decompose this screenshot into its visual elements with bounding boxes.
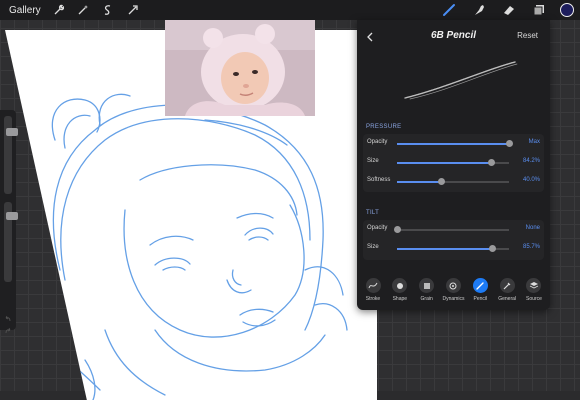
brush-settings-panel: 6B Pencil Reset PRESSURE Opacity Max Size 8… <box>357 20 550 310</box>
tab-label: General <box>498 296 517 302</box>
grain-icon <box>419 278 435 293</box>
slider-fill <box>397 181 442 183</box>
tab-label: Pencil <box>473 296 488 302</box>
general-icon <box>499 278 515 293</box>
undo-icon[interactable] <box>4 310 12 322</box>
layers-icon[interactable] <box>532 3 546 17</box>
brush-size-slider[interactable] <box>4 116 18 194</box>
source-icon <box>526 278 542 293</box>
brush-icon[interactable] <box>442 3 456 17</box>
tilt-opacity-row: Opacity None <box>363 220 544 239</box>
tab-dynamics[interactable]: Dynamics <box>440 278 466 308</box>
tab-label: Source <box>526 296 542 302</box>
slider-value: Max <box>528 139 540 145</box>
reference-photo[interactable] <box>165 20 315 116</box>
slider-fill <box>397 248 493 250</box>
tab-label: Grain <box>420 296 433 302</box>
slider-thumb[interactable] <box>438 178 446 185</box>
eraser-icon[interactable] <box>502 3 516 17</box>
panel-header: 6B Pencil Reset <box>357 28 550 44</box>
pencil-icon <box>472 278 488 293</box>
left-sidebar <box>0 110 18 334</box>
slider-thumb[interactable] <box>487 159 495 166</box>
stroke-icon <box>365 278 381 293</box>
tab-shape[interactable]: Shape <box>387 278 413 308</box>
selection-icon[interactable] <box>101 3 115 17</box>
tab-source[interactable]: Source <box>521 278 547 308</box>
slider-label: Size <box>367 158 379 164</box>
tilt-settings: Opacity None Size 85.7% <box>363 220 544 260</box>
slider-value: 84.2% <box>522 158 540 164</box>
tilt-size-row: Size 85.7% <box>363 239 544 258</box>
slider-label: Opacity <box>367 225 388 231</box>
reset-button[interactable]: Reset <box>517 31 538 40</box>
slider-thumb[interactable] <box>489 245 497 252</box>
shape-icon <box>392 278 408 293</box>
slider-label: Opacity <box>367 139 388 145</box>
brush-stroke-preview <box>365 52 543 122</box>
slider-thumb[interactable] <box>505 140 513 147</box>
color-well[interactable] <box>560 3 574 17</box>
brush-category-tabs: Stroke Shape Grain Dynamics Pencil General Sou… <box>357 278 550 308</box>
pressure-section-label: PRESSURE <box>366 124 402 130</box>
slider-fill <box>397 143 509 145</box>
tilt-size-slider[interactable] <box>397 245 509 252</box>
slider-value: 85.7% <box>522 244 540 250</box>
baby-photo-image <box>165 20 315 116</box>
pressure-opacity-row: Opacity Max <box>363 134 544 153</box>
magic-wand-icon[interactable] <box>76 3 90 17</box>
smudge-icon[interactable] <box>472 3 486 17</box>
opacity-thumb[interactable] <box>6 212 18 220</box>
tab-stroke[interactable]: Stroke <box>360 278 386 308</box>
gallery-button[interactable]: Gallery <box>9 5 41 16</box>
tilt-section-label: TILT <box>366 210 380 216</box>
slider-label: Size <box>367 244 379 250</box>
slider-label: Softness <box>367 177 391 183</box>
tab-label: Dynamics <box>442 296 465 302</box>
tab-pencil[interactable]: Pencil <box>467 278 493 308</box>
slider-fill <box>397 162 492 164</box>
modify-button[interactable] <box>4 290 12 298</box>
pressure-settings: Opacity Max Size 84.2% Softness 40.0% <box>363 134 544 192</box>
tab-general[interactable]: General <box>494 278 520 308</box>
opacity-slider[interactable] <box>4 202 18 282</box>
tilt-opacity-slider[interactable] <box>393 226 509 233</box>
transform-icon[interactable] <box>126 3 140 17</box>
slider-thumb[interactable] <box>393 226 401 233</box>
pressure-opacity-slider[interactable] <box>397 140 513 147</box>
top-toolbar: Gallery <box>0 0 580 20</box>
pressure-size-row: Size 84.2% <box>363 153 544 172</box>
wrench-icon[interactable] <box>51 3 65 17</box>
slider-value: None <box>525 225 540 231</box>
dynamics-icon <box>445 278 461 293</box>
brush-size-thumb[interactable] <box>6 128 18 136</box>
redo-icon[interactable] <box>4 322 12 334</box>
pressure-softness-row: Softness 40.0% <box>363 172 544 191</box>
slider-value: 40.0% <box>522 177 540 183</box>
pressure-softness-slider[interactable] <box>397 178 509 185</box>
tab-label: Stroke <box>365 296 381 302</box>
tab-label: Shape <box>392 296 408 302</box>
pressure-size-slider[interactable] <box>397 159 509 166</box>
tab-grain[interactable]: Grain <box>414 278 440 308</box>
